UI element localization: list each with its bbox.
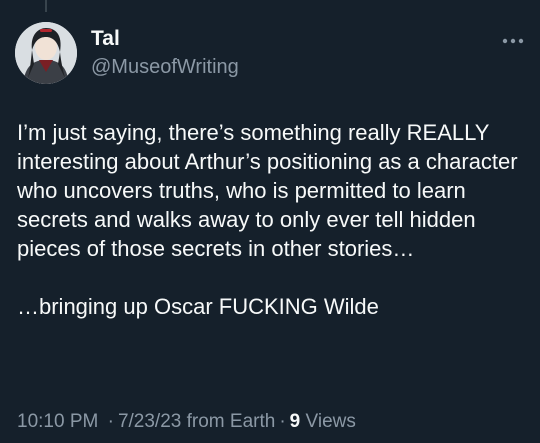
author-handle[interactable]: @MuseofWriting <box>91 54 239 80</box>
tweet-text: I’m just saying, there’s something reall… <box>17 118 527 321</box>
more-horizontal-icon <box>502 38 524 44</box>
tweet-metadata: 10:10 PM · 7/23/23 from Earth · 9 Views <box>17 409 356 435</box>
views-label[interactable]: Views <box>306 411 356 432</box>
tweet-paragraph: …bringing up Oscar FUCKING Wilde <box>17 294 379 319</box>
tweet-paragraph: I’m just saying, there’s something reall… <box>17 120 518 261</box>
avatar[interactable] <box>15 22 77 84</box>
tweet-time[interactable]: 10:10 PM <box>17 411 98 432</box>
meta-separator: · <box>279 411 286 432</box>
thread-connector-line <box>45 0 47 12</box>
author-block: Tal @MuseofWriting <box>91 26 239 80</box>
tweet-source: from Earth <box>186 411 276 432</box>
author-display-name[interactable]: Tal <box>91 26 239 52</box>
more-options-button[interactable] <box>500 28 526 54</box>
meta-separator: · <box>107 411 114 432</box>
avatar-portrait-icon <box>15 22 77 84</box>
tweet-date[interactable]: 7/23/23 <box>118 411 181 432</box>
views-count[interactable]: 9 <box>290 411 301 432</box>
